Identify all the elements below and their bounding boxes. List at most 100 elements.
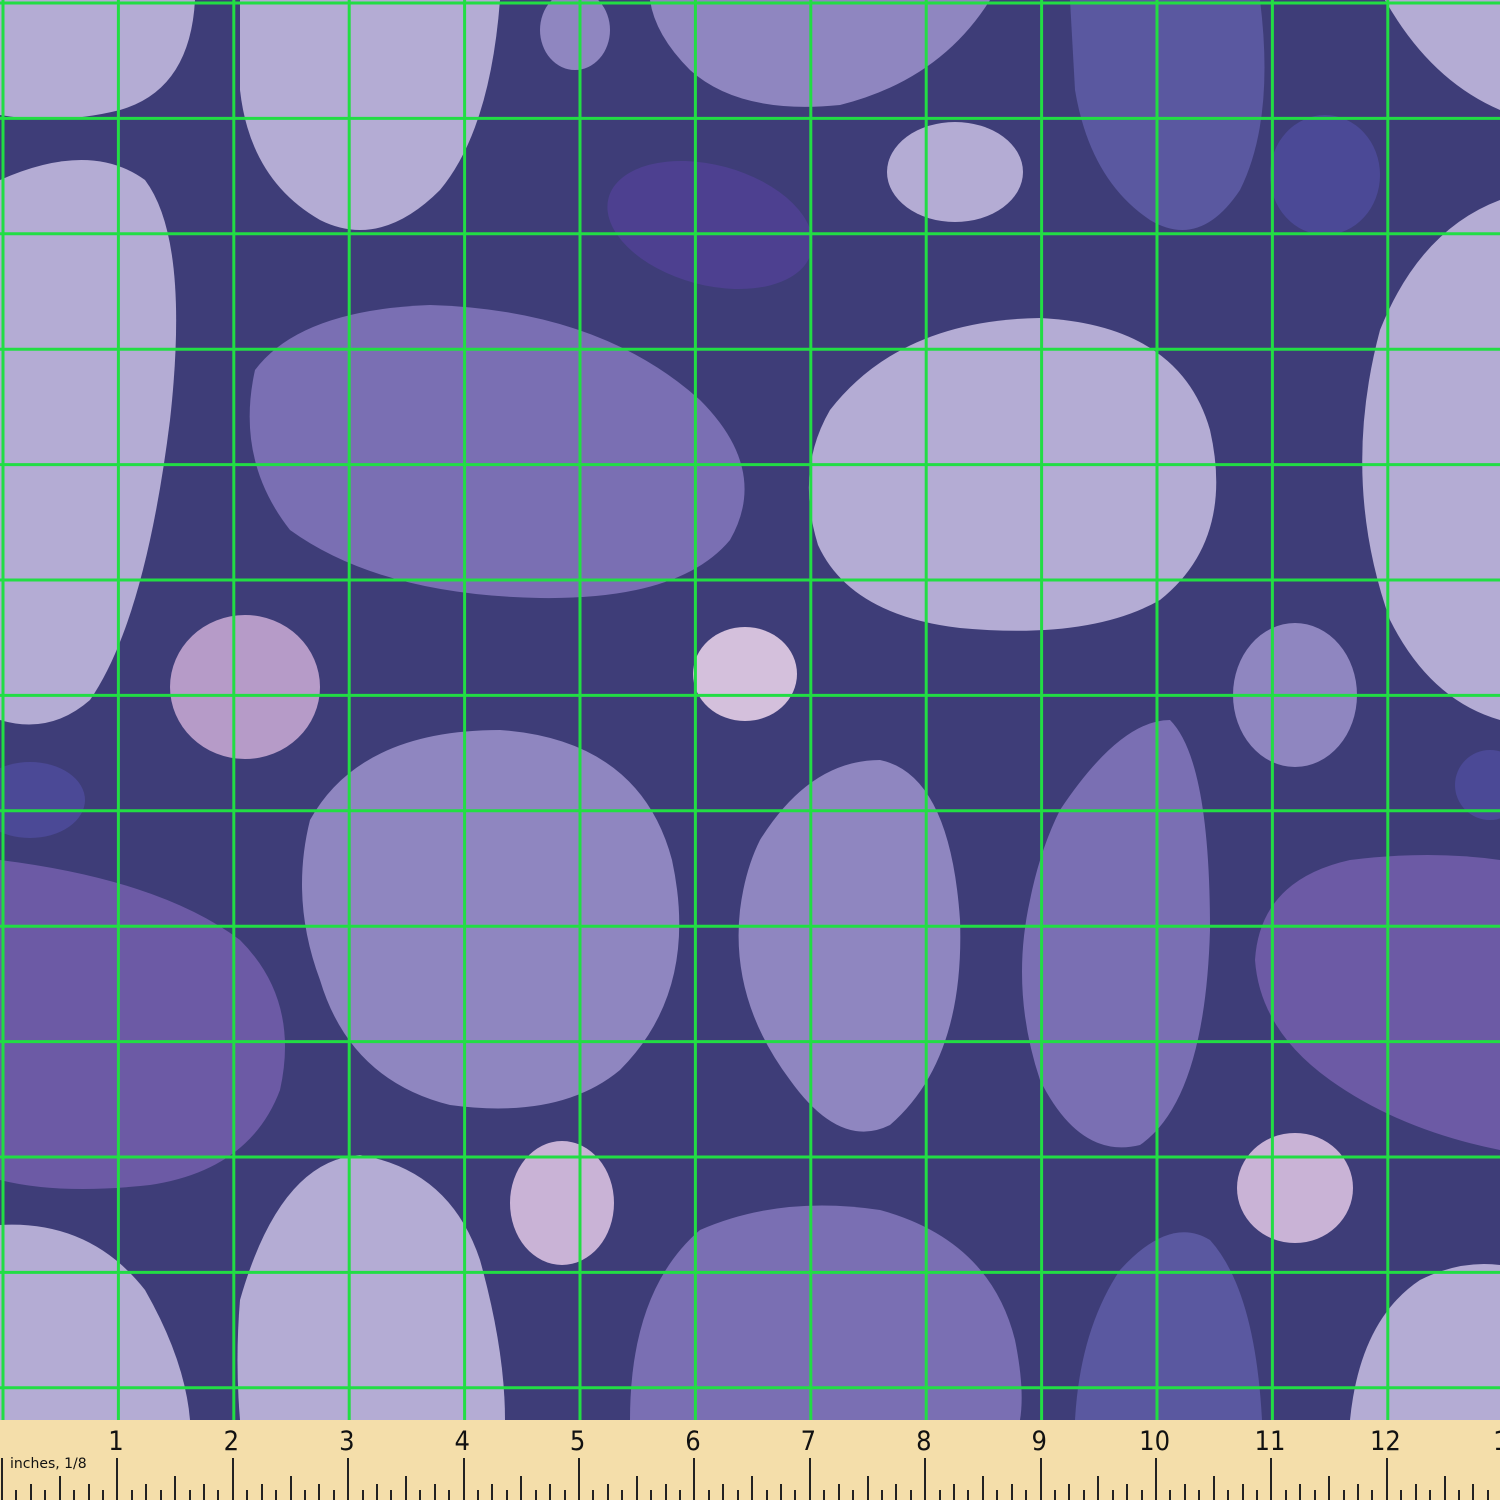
ruler-number: 4 <box>454 1426 470 1457</box>
ruler-tick <box>1342 1490 1345 1500</box>
ruler-tick <box>1255 1490 1258 1500</box>
ruler-tick <box>462 1458 465 1500</box>
ruler-tick <box>520 1476 523 1500</box>
ruler-tick <box>664 1484 667 1500</box>
ruler-number: 3 <box>339 1426 355 1457</box>
ruler-tick <box>159 1490 162 1500</box>
ruler-tick <box>924 1458 927 1500</box>
ruler-tick <box>1140 1490 1143 1500</box>
ruler-tick <box>1414 1484 1417 1500</box>
ruler-tick <box>967 1490 970 1500</box>
ruler-tick <box>1082 1490 1085 1500</box>
ruler-tick <box>419 1490 422 1500</box>
ruler-number: 1 <box>1493 1426 1500 1457</box>
ruler-tick <box>635 1476 638 1500</box>
ruler-tick <box>1097 1476 1100 1500</box>
ruler-number: 1 <box>108 1426 124 1457</box>
ruler-tick <box>332 1490 335 1500</box>
ruler-tick <box>1183 1484 1186 1500</box>
ruler-number: 5 <box>569 1426 586 1457</box>
ruler-tick <box>275 1490 278 1500</box>
ruler-tick <box>318 1484 321 1500</box>
ruler-number: 2 <box>223 1426 240 1457</box>
ruler-tick <box>1025 1490 1028 1500</box>
ruler-tick <box>578 1458 580 1500</box>
ruler-tick <box>376 1484 379 1500</box>
ruler-tick <box>866 1476 869 1500</box>
ruler-tick <box>505 1490 508 1500</box>
ruler-tick <box>534 1490 537 1500</box>
stone-pink-left <box>170 615 320 759</box>
ruler-number: 7 <box>800 1426 817 1457</box>
ruler-tick <box>303 1490 306 1500</box>
ruler-tick <box>44 1490 47 1500</box>
ruler-tick <box>650 1490 653 1500</box>
ruler-tick <box>1356 1484 1359 1500</box>
ruler-tick <box>909 1490 912 1500</box>
ruler-tick <box>1429 1490 1432 1500</box>
ruler-tick <box>404 1476 407 1500</box>
ruler-unit-label: inches, 1/8 <box>10 1456 87 1472</box>
ruler-number: 6 <box>685 1426 701 1457</box>
ruler-tick <box>563 1490 566 1500</box>
ruler-tick <box>808 1458 811 1500</box>
ruler-tick <box>1 1458 3 1500</box>
ruler-tick <box>1284 1490 1287 1500</box>
ruler-tick <box>1212 1476 1215 1500</box>
ruler-tick <box>130 1490 133 1500</box>
ruler: inches, 1/8 1234567891011121 <box>0 1420 1500 1500</box>
ruler-tick <box>1039 1458 1042 1500</box>
stone-pink-center <box>693 627 797 721</box>
ruler-tick <box>880 1490 883 1500</box>
ruler-number: 12 <box>1369 1426 1401 1457</box>
ruler-tick <box>217 1490 220 1500</box>
ruler-tick <box>231 1458 234 1500</box>
ruler-tick <box>29 1484 32 1500</box>
ruler-tick <box>895 1484 898 1500</box>
stone-pink-small-top <box>887 122 1023 222</box>
ruler-tick <box>1270 1458 1273 1500</box>
ruler-tick <box>794 1490 797 1500</box>
ruler-tick <box>1169 1490 1172 1500</box>
ruler-tick <box>1111 1490 1114 1500</box>
ruler-tick <box>1227 1490 1230 1500</box>
ruler-tick <box>606 1484 609 1500</box>
ruler-tick <box>448 1490 451 1500</box>
ruler-tick <box>1198 1490 1201 1500</box>
ruler-tick <box>73 1490 76 1500</box>
ruler-tick <box>1054 1490 1057 1500</box>
ruler-tick <box>1400 1490 1403 1500</box>
ruler-tick <box>1241 1484 1244 1500</box>
ruler-tick <box>722 1484 725 1500</box>
ruler-tick <box>953 1484 956 1500</box>
stone-pink-bottom-right <box>1237 1133 1353 1243</box>
ruler-tick <box>592 1490 595 1500</box>
ruler-tick <box>188 1490 191 1500</box>
ruler-tick <box>549 1484 552 1500</box>
ruler-tick <box>736 1490 739 1500</box>
ruler-tick <box>751 1476 754 1500</box>
ruler-tick <box>87 1484 90 1500</box>
ruler-tick <box>1472 1484 1475 1500</box>
ruler-tick <box>361 1490 364 1500</box>
ruler-tick <box>823 1490 826 1500</box>
ruler-tick <box>246 1490 249 1500</box>
fabric-pattern <box>0 0 1500 1500</box>
ruler-number: 10 <box>1139 1426 1171 1457</box>
ruler-number: 8 <box>916 1426 932 1457</box>
ruler-tick <box>1010 1484 1013 1500</box>
ruler-tick <box>1371 1490 1374 1500</box>
ruler-tick <box>477 1490 480 1500</box>
ruler-tick <box>1385 1458 1388 1500</box>
ruler-tick <box>996 1490 999 1500</box>
ruler-tick <box>621 1490 624 1500</box>
ruler-tick <box>707 1490 710 1500</box>
ruler-tick <box>1328 1476 1331 1500</box>
ruler-tick <box>260 1484 263 1500</box>
ruler-tick <box>981 1476 984 1500</box>
stone-pink-bottom <box>510 1141 614 1265</box>
ruler-tick <box>1457 1490 1460 1500</box>
ruler-tick <box>15 1490 18 1500</box>
ruler-tick <box>1068 1484 1071 1500</box>
ruler-tick <box>433 1484 436 1500</box>
